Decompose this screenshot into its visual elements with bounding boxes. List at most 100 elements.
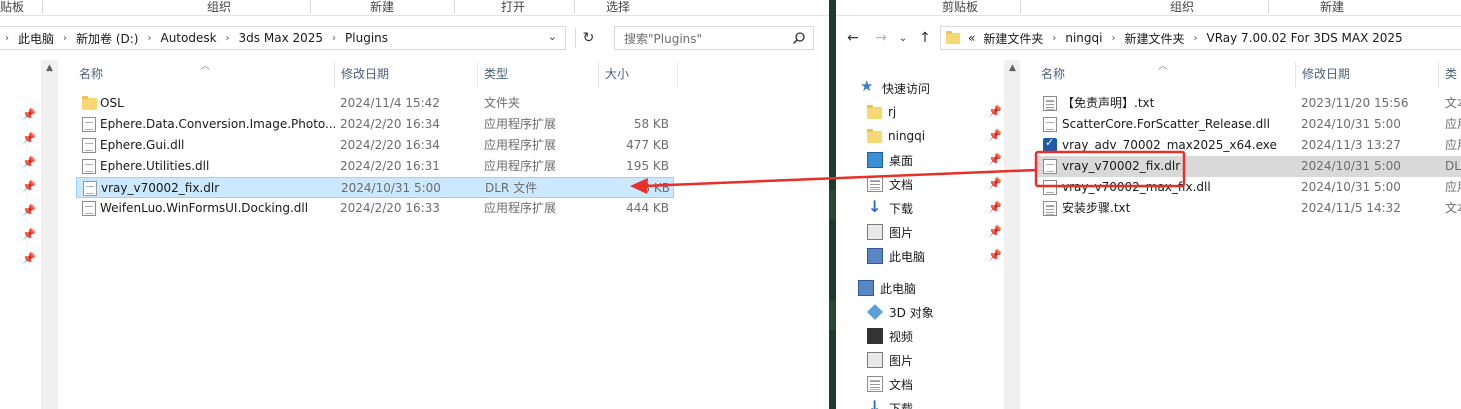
nav-label: 下载 (889, 401, 914, 409)
pin-icon[interactable]: 📌 (988, 129, 1002, 142)
file-type: 应用程序扩展 (484, 117, 557, 131)
up-button[interactable]: ↑ (916, 29, 934, 47)
file-row[interactable]: 安装步骤.txt 2024/11/5 14:32 文本 (1037, 198, 1461, 219)
breadcrumb-overflow[interactable]: « (960, 27, 979, 49)
breadcrumb-item[interactable]: Plugins (341, 27, 392, 49)
breadcrumb-item[interactable]: ningqi (1061, 27, 1106, 49)
file-row[interactable]: WeifenLuo.WinFormsUI.Docking.dll 2024/2/… (76, 198, 674, 219)
chevron-right-icon[interactable]: › (58, 33, 72, 44)
refresh-icon: ↻ (582, 30, 595, 46)
pin-icon[interactable]: 📌 (988, 153, 1002, 166)
pin-icon[interactable]: 📌 (22, 252, 36, 265)
breadcrumb-item[interactable]: Autodesk (156, 27, 220, 49)
file-name: Ephere.Utilities.dll (100, 159, 210, 173)
pin-icon[interactable]: 📌 (988, 105, 1002, 118)
address-bar[interactable]: « 新建文件夹 › ningqi › 新建文件夹 › VRay 7.00.02 … (940, 26, 1461, 50)
search-input[interactable]: 搜索"Plugins" (614, 26, 814, 50)
pin-icon[interactable]: 📌 (988, 201, 1002, 214)
nav-label: 下载 (889, 201, 914, 216)
chevron-right-icon[interactable]: › (221, 33, 235, 44)
column-name[interactable]: 名称 (73, 62, 335, 88)
chevron-right-icon[interactable]: › (142, 33, 156, 44)
pin-icon[interactable]: 📌 (988, 225, 1002, 238)
nav-quick-access[interactable]: 快速访问 (860, 77, 930, 99)
file-row[interactable]: ScatterCore.ForScatter_Release.dll 2024/… (1037, 114, 1461, 135)
arrow-left-icon: ← (847, 30, 859, 46)
pin-icon[interactable]: 📌 (22, 204, 36, 217)
breadcrumb-item[interactable]: 新加卷 (D:) (72, 27, 142, 49)
chevron-right-icon[interactable]: › (1189, 33, 1203, 44)
nav-quick-item[interactable]: 桌面 (867, 149, 913, 171)
file-row[interactable]: vray_v70002_fix.dlr 2024/10/31 5:00 DLR (1037, 156, 1461, 177)
nav-quick-item[interactable]: ningqi (867, 125, 925, 147)
column-date[interactable]: 修改日期 (1296, 62, 1439, 88)
file-row[interactable]: OSL 2024/11/4 15:42 文件夹 (76, 93, 674, 114)
back-button[interactable]: ← (844, 29, 862, 47)
file-size: 477 KB (626, 138, 669, 152)
pin-icon[interactable]: 📌 (22, 180, 36, 193)
column-type[interactable]: 类型 (478, 62, 599, 88)
chevron-down-icon[interactable]: ⌄ (548, 30, 557, 43)
breadcrumb-item[interactable]: 此电脑 (14, 27, 58, 49)
file-row[interactable]: vray_v70002_max_fix.dll 2024/10/31 5:00 … (1037, 177, 1461, 198)
nav-quick-item[interactable]: 图片 (867, 221, 913, 243)
computer-icon (858, 280, 874, 296)
nav-quick-item[interactable]: 下载 (867, 197, 913, 219)
file-row[interactable]: 【免责声明】.txt 2023/11/20 15:56 文本 (1037, 93, 1461, 114)
refresh-button[interactable]: ↻ (575, 28, 601, 48)
file-type: 应用程序扩展 (484, 201, 557, 215)
nav-pc-item[interactable]: 图片 (867, 349, 913, 371)
column-size[interactable]: 大小 (599, 62, 678, 88)
scroll-up-icon[interactable]: ▲ (41, 60, 58, 77)
pin-icon[interactable]: 📌 (22, 132, 36, 145)
ribbon-clipboard-label: 剪贴板 (942, 0, 979, 14)
nav-label: 图片 (889, 225, 914, 240)
nav-label: 图片 (889, 353, 914, 368)
column-date[interactable]: 修改日期 (335, 62, 478, 88)
nav-quick-item[interactable]: 此电脑 (867, 245, 925, 267)
file-row[interactable]: vray_v70002_fix.dlr 2024/10/31 5:00 DLR … (76, 177, 674, 198)
nav-label: 此电脑 (880, 281, 917, 296)
recent-locations-button[interactable]: ⌄ (894, 29, 912, 47)
chevron-right-icon[interactable]: › (1047, 33, 1061, 44)
pin-icon[interactable]: 📌 (22, 156, 36, 169)
address-bar[interactable]: › 此电脑 › 新加卷 (D:) › Autodesk › 3ds Max 20… (0, 26, 566, 50)
nav-quick-item[interactable]: rj (867, 101, 896, 123)
column-name[interactable]: 名称 (1035, 62, 1296, 88)
text-file-icon (1043, 96, 1057, 111)
chevron-right-icon[interactable]: › (327, 33, 341, 44)
breadcrumb-item[interactable]: 3ds Max 2025 (235, 27, 327, 49)
video-icon (867, 328, 883, 344)
breadcrumb-item[interactable]: VRay 7.00.02 For 3DS MAX 2025 (1203, 27, 1407, 49)
file-type: 应用 (1445, 117, 1461, 131)
nav-pane-scrollbar[interactable]: ▲ (1004, 60, 1020, 409)
nav-this-pc[interactable]: 此电脑 (858, 277, 916, 299)
scroll-up-icon[interactable]: ▲ (1004, 60, 1021, 77)
chevron-right-icon[interactable]: › (0, 33, 14, 44)
breadcrumb-item[interactable]: 新建文件夹 (979, 27, 1047, 49)
pin-icon[interactable]: 📌 (988, 249, 1002, 262)
column-type[interactable]: 类 (1439, 62, 1461, 88)
file-size (596, 93, 669, 114)
nav-pc-item[interactable]: 3D 对象 (867, 301, 934, 323)
file-row[interactable]: Ephere.Utilities.dll 2024/2/20 16:31 应用程… (76, 156, 674, 177)
breadcrumb-item[interactable]: 新建文件夹 (1120, 27, 1188, 49)
nav-quick-item[interactable]: 文档 (867, 173, 913, 195)
nav-pc-item[interactable]: 下载 (867, 397, 913, 409)
download-icon (867, 197, 883, 216)
nav-pc-item[interactable]: 文档 (867, 373, 913, 395)
pin-icon[interactable]: 📌 (22, 108, 36, 121)
nav-pane-scrollbar[interactable]: ▲ (41, 60, 58, 409)
chevron-right-icon[interactable]: › (1106, 33, 1120, 44)
file-row[interactable]: Ephere.Gui.dll 2024/2/20 16:34 应用程序扩展 47… (76, 135, 674, 156)
pin-icon[interactable]: 📌 (988, 177, 1002, 190)
file-name: 安装步骤.txt (1062, 201, 1131, 215)
file-name: Ephere.Data.Conversion.Image.Photo... (100, 117, 335, 131)
file-row[interactable]: Ephere.Data.Conversion.Image.Photo... 20… (76, 114, 674, 135)
nav-label: ningqi (888, 129, 926, 143)
forward-button[interactable]: → (872, 29, 890, 47)
pin-icon[interactable]: 📌 (22, 228, 36, 241)
file-row[interactable]: vray_adv_70002_max2025_x64.exe 2024/11/3… (1037, 135, 1461, 156)
nav-pc-item[interactable]: 视频 (867, 325, 913, 347)
file-size: 3 KB (642, 181, 670, 195)
